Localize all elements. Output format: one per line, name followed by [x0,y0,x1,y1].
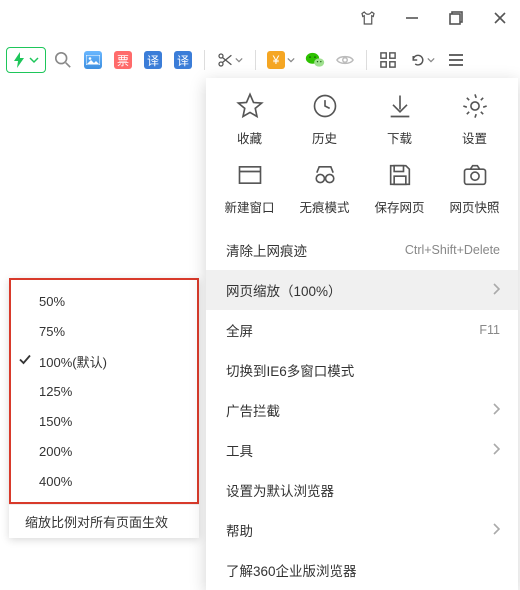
picture-button[interactable] [80,47,106,73]
window-icon [236,161,264,189]
menu-item-label: 全屏 [226,320,253,340]
menu-item-label: 清除上网痕迹 [226,240,307,260]
chevron-right-icon [492,522,500,538]
zoom-options-box: 50% 75% 100%(默认) 125% 150% 200% 400% [9,278,199,504]
grid-snapshot[interactable]: 网页快照 [437,161,512,216]
grid-label: 下载 [387,128,412,147]
zoom-option-label: 100%(默认) [39,352,107,371]
wechat-button[interactable] [302,47,328,73]
yuan-button[interactable]: ¥ [264,47,298,73]
menu-item-about-enterprise[interactable]: 了解360企业版浏览器 [206,550,518,590]
star-icon [236,92,264,120]
maximize-button[interactable] [444,6,468,30]
undo-button[interactable] [405,47,439,73]
grid-settings[interactable]: 设置 [437,92,512,147]
grid-new-window[interactable]: 新建窗口 [212,161,287,216]
separator [366,50,367,70]
translate-button-1[interactable]: 译 [140,47,166,73]
grid-label: 收藏 [237,128,262,147]
menu-item-label: 网页缩放（100%） [226,280,342,300]
speed-mode-button[interactable] [6,47,46,73]
toolbar: 票 译 译 ¥ [0,42,520,78]
grid-downloads[interactable]: 下载 [362,92,437,147]
menu-grid: 收藏 历史 下载 设置 新建窗口 无痕模式 保存网页 网页快照 [206,78,518,224]
hamburger-menu-button[interactable] [443,47,469,73]
zoom-option-label: 400% [39,474,72,489]
chevron-right-icon [492,442,500,458]
check-icon [19,354,31,369]
menu-list: 清除上网痕迹 Ctrl+Shift+Delete 网页缩放（100%） 全屏 F11 切换… [206,224,518,590]
grid-label: 历史 [312,128,337,147]
menu-item-label: 工具 [226,440,253,460]
scissors-button[interactable] [213,47,247,73]
menu-item-page-zoom[interactable]: 网页缩放（100%） [206,270,518,310]
menu-item-label: 设置为默认浏览器 [226,480,334,500]
zoom-option-50[interactable]: 50% [11,286,197,316]
menu-item-label: 切换到IE6多窗口模式 [226,360,354,380]
menu-item-label: 了解360企业版浏览器 [226,560,357,580]
grid-apps-button[interactable] [375,47,401,73]
zoom-option-label: 200% [39,444,72,459]
grid-label: 无痕模式 [299,197,349,216]
search-icon[interactable] [50,47,76,73]
zoom-popup: 50% 75% 100%(默认) 125% 150% 200% 400% 缩放比… [9,278,199,538]
grid-label: 设置 [462,128,487,147]
grid-favorites[interactable]: 收藏 [212,92,287,147]
zoom-option-label: 150% [39,414,72,429]
minimize-button[interactable] [400,6,424,30]
camera-icon [461,161,489,189]
grid-label: 网页快照 [449,197,499,216]
menu-item-hint: F11 [479,323,500,337]
zoom-option-75[interactable]: 75% [11,316,197,346]
chevron-right-icon [492,402,500,418]
grid-incognito[interactable]: 无痕模式 [287,161,362,216]
download-icon [386,92,414,120]
menu-item-help[interactable]: 帮助 [206,510,518,550]
menu-item-hint: Ctrl+Shift+Delete [405,243,500,257]
gear-icon [461,92,489,120]
window-controls [356,6,512,30]
zoom-option-label: 125% [39,384,72,399]
menu-item-label: 广告拦截 [226,400,280,420]
chevron-right-icon [492,282,500,298]
menu-item-ad-block[interactable]: 广告拦截 [206,390,518,430]
translate-button-2[interactable]: 译 [170,47,196,73]
zoom-option-label: 75% [39,324,65,339]
eye-icon[interactable] [332,47,358,73]
menu-item-clear-browsing-data[interactable]: 清除上网痕迹 Ctrl+Shift+Delete [206,230,518,270]
menu-item-switch-ie6-mode[interactable]: 切换到IE6多窗口模式 [206,350,518,390]
separator [204,50,205,70]
zoom-footer[interactable]: 缩放比例对所有页面生效 [9,504,199,538]
clock-icon [311,92,339,120]
menu-item-set-default-browser[interactable]: 设置为默认浏览器 [206,470,518,510]
incognito-icon [311,161,339,189]
menu-item-fullscreen[interactable]: 全屏 F11 [206,310,518,350]
separator [255,50,256,70]
zoom-footer-label: 缩放比例对所有页面生效 [25,512,168,531]
zoom-option-100[interactable]: 100%(默认) [11,346,197,376]
zoom-option-125[interactable]: 125% [11,376,197,406]
save-icon [386,161,414,189]
zoom-option-200[interactable]: 200% [11,436,197,466]
zoom-option-label: 50% [39,294,65,309]
skin-button[interactable] [356,6,380,30]
close-button[interactable] [488,6,512,30]
zoom-option-400[interactable]: 400% [11,466,197,496]
ticket-button[interactable]: 票 [110,47,136,73]
grid-save-page[interactable]: 保存网页 [362,161,437,216]
menu-item-tools[interactable]: 工具 [206,430,518,470]
grid-history[interactable]: 历史 [287,92,362,147]
grid-label: 保存网页 [374,197,424,216]
menu-item-label: 帮助 [226,520,253,540]
grid-label: 新建窗口 [224,197,274,216]
main-menu: 收藏 历史 下载 设置 新建窗口 无痕模式 保存网页 网页快照 [206,78,518,590]
zoom-option-150[interactable]: 150% [11,406,197,436]
